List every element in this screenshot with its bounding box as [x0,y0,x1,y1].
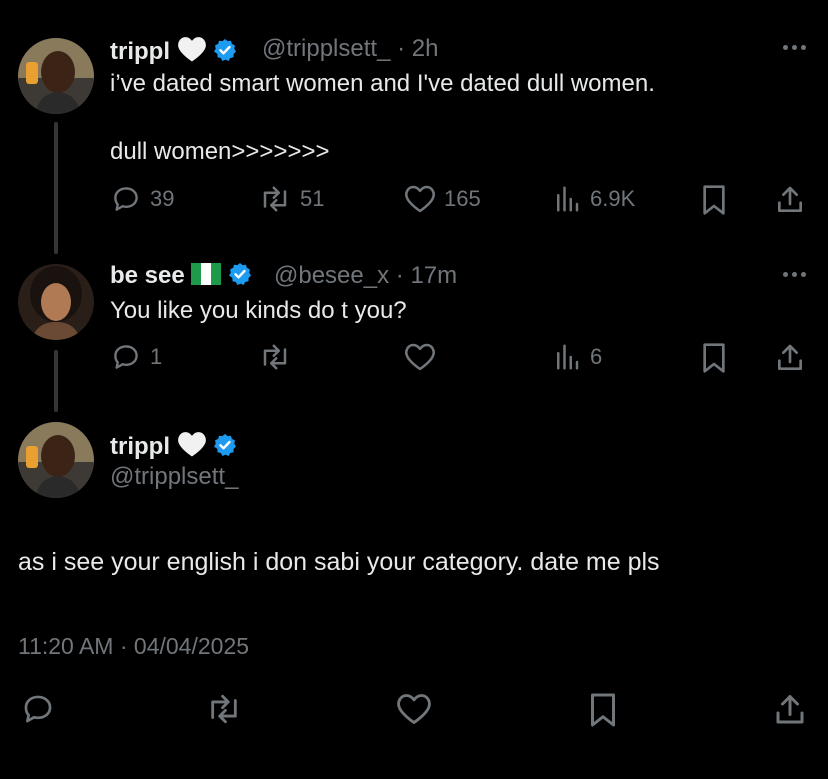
repost-icon [263,186,287,212]
tweet-time[interactable]: 2h [412,35,439,62]
heart-icon [397,694,431,724]
verified-badge-icon [229,263,252,285]
share-icon [778,186,802,212]
like-button[interactable] [396,692,432,726]
bookmark-button[interactable] [588,692,618,728]
white-heart-icon [177,37,206,62]
tweet-text: as i see your english i don sabi your ca… [18,548,660,576]
views-chart-icon [557,186,579,212]
bookmark-icon [591,693,615,727]
thread-line [54,122,58,254]
tweet-timestamp[interactable]: 11:20 AM · 04/04/2025 [18,633,249,660]
share-icon [776,695,804,724]
more-options-button[interactable] [783,272,806,277]
heart-icon [405,185,435,213]
avatar-be-see[interactable] [18,264,94,340]
repost-count: 51 [300,186,325,211]
author-name[interactable]: trippl [110,430,237,461]
repost-button[interactable] [205,692,243,726]
avatar-trippl[interactable] [18,422,94,498]
view-count: 6.9K [590,186,636,211]
verified-badge-icon [214,39,237,61]
repost-button[interactable] [258,342,292,372]
more-options-button[interactable] [783,45,806,50]
reply-button[interactable] [20,692,56,726]
tweet-meta: @besee_x · 17m [274,262,458,289]
bookmark-icon [703,343,725,373]
share-button[interactable] [774,342,806,374]
views-button[interactable]: 6.9K [552,184,635,214]
repost-button[interactable]: 51 [258,184,324,214]
reply-button[interactable]: 39 [110,184,174,214]
verified-badge-icon [214,434,237,456]
like-button[interactable] [404,342,436,372]
author-name[interactable]: trippl [110,35,237,66]
thread-line [54,350,58,412]
avatar-image [18,264,94,340]
reply-icon [114,187,138,211]
author-handle[interactable]: @besee_x [274,262,389,289]
heart-icon [405,343,435,371]
view-count: 6 [590,344,603,369]
author-name[interactable]: be see [110,262,252,290]
avatar-image [18,422,94,498]
bookmark-icon [703,185,725,215]
reply-icon [114,345,138,369]
bookmark-button[interactable] [700,184,728,216]
repost-icon [263,344,287,370]
share-button[interactable] [774,184,806,216]
like-button[interactable]: 165 [404,184,481,214]
author-handle[interactable]: @tripplsett_ [262,35,390,62]
tweet-meta: @tripplsett_ · 2h [262,35,439,62]
avatar-image [18,38,94,114]
reply-count: 39 [150,186,175,211]
reply-button[interactable]: 1 [110,342,162,372]
reply-icon [24,695,52,723]
reply-count: 1 [150,344,163,369]
tweet-text-line-2: dull women>>>>>>> [110,138,330,165]
white-heart-icon [177,432,206,457]
tweet-text-line-1: i’ve dated smart women and I've dated du… [110,70,655,97]
author-handle[interactable]: @tripplsett_ [110,463,238,491]
tweet-time[interactable]: 17m [410,262,457,289]
views-chart-icon [557,344,579,370]
like-count: 165 [444,186,481,211]
nigeria-flag-icon [191,263,222,285]
views-button[interactable]: 6 [552,342,602,372]
share-button[interactable] [772,692,808,728]
avatar-trippl[interactable] [18,38,94,114]
bookmark-button[interactable] [700,342,728,374]
share-icon [778,344,802,370]
repost-icon [211,694,237,724]
tweet-text: You like you kinds do t you? [110,297,407,324]
